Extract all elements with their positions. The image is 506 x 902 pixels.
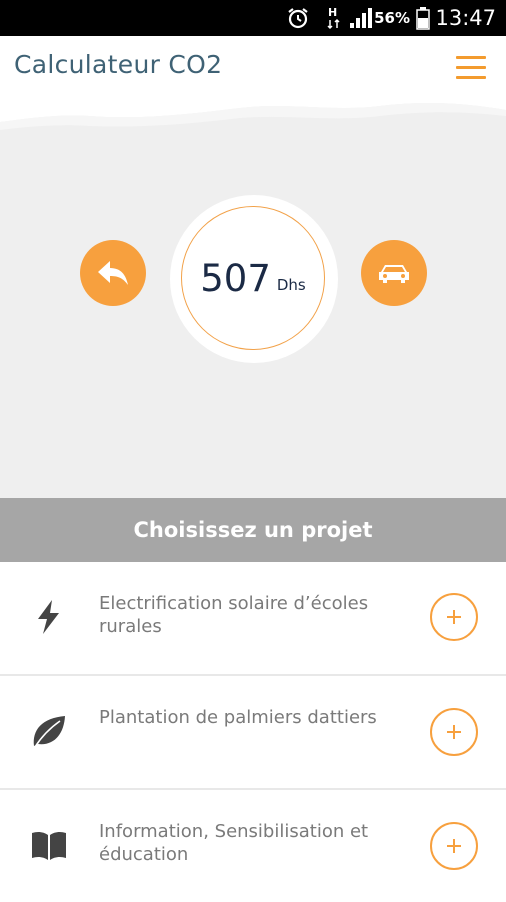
amount-display: 507 Dhs: [170, 195, 338, 363]
app-bar: Calculateur CO2: [0, 36, 506, 100]
project-list: Electrification solaire d’écoles rurales…: [0, 562, 506, 902]
signal-icon: [348, 0, 374, 36]
project-label: Electrification solaire d’écoles rurales: [99, 593, 369, 637]
plus-icon: [447, 725, 461, 739]
battery-icon: [416, 0, 430, 36]
project-item-education[interactable]: Information, Sensibilisation et éducatio…: [0, 790, 506, 902]
reply-arrow-icon: [98, 261, 128, 285]
plus-icon: [447, 839, 461, 853]
car-icon: [379, 265, 409, 283]
project-label: Plantation de palmiers dattiers: [99, 707, 377, 728]
wave-divider: [0, 96, 506, 136]
add-project-button[interactable]: [430, 708, 478, 756]
amount-ring: 507 Dhs: [181, 206, 325, 350]
plus-icon: [447, 610, 461, 624]
back-button[interactable]: [80, 240, 146, 306]
clock: 13:47: [435, 6, 496, 30]
app-title: Calculateur CO2: [14, 50, 223, 79]
leaf-icon: [33, 716, 65, 748]
project-item-palms[interactable]: Plantation de palmiers dattiers: [0, 676, 506, 788]
hamburger-menu-icon[interactable]: [456, 56, 486, 80]
battery-percent: 56%: [374, 9, 410, 27]
lightning-bolt-icon: [38, 600, 59, 634]
project-label: Information, Sensibilisation et éducatio…: [99, 821, 369, 865]
add-project-button[interactable]: [430, 593, 478, 641]
data-arrows-icon: H: [326, 0, 342, 36]
status-bar: H 56% 13:47: [0, 0, 506, 36]
add-project-button[interactable]: [430, 822, 478, 870]
svg-text:H: H: [328, 6, 337, 19]
alarm-icon: [286, 0, 310, 36]
project-item-solar[interactable]: Electrification solaire d’écoles rurales: [0, 562, 506, 674]
open-book-icon: [32, 831, 66, 860]
car-button[interactable]: [361, 240, 427, 306]
amount-value: 507: [200, 256, 271, 300]
section-header: Choisissez un projet: [0, 498, 506, 562]
amount-currency: Dhs: [276, 276, 306, 294]
